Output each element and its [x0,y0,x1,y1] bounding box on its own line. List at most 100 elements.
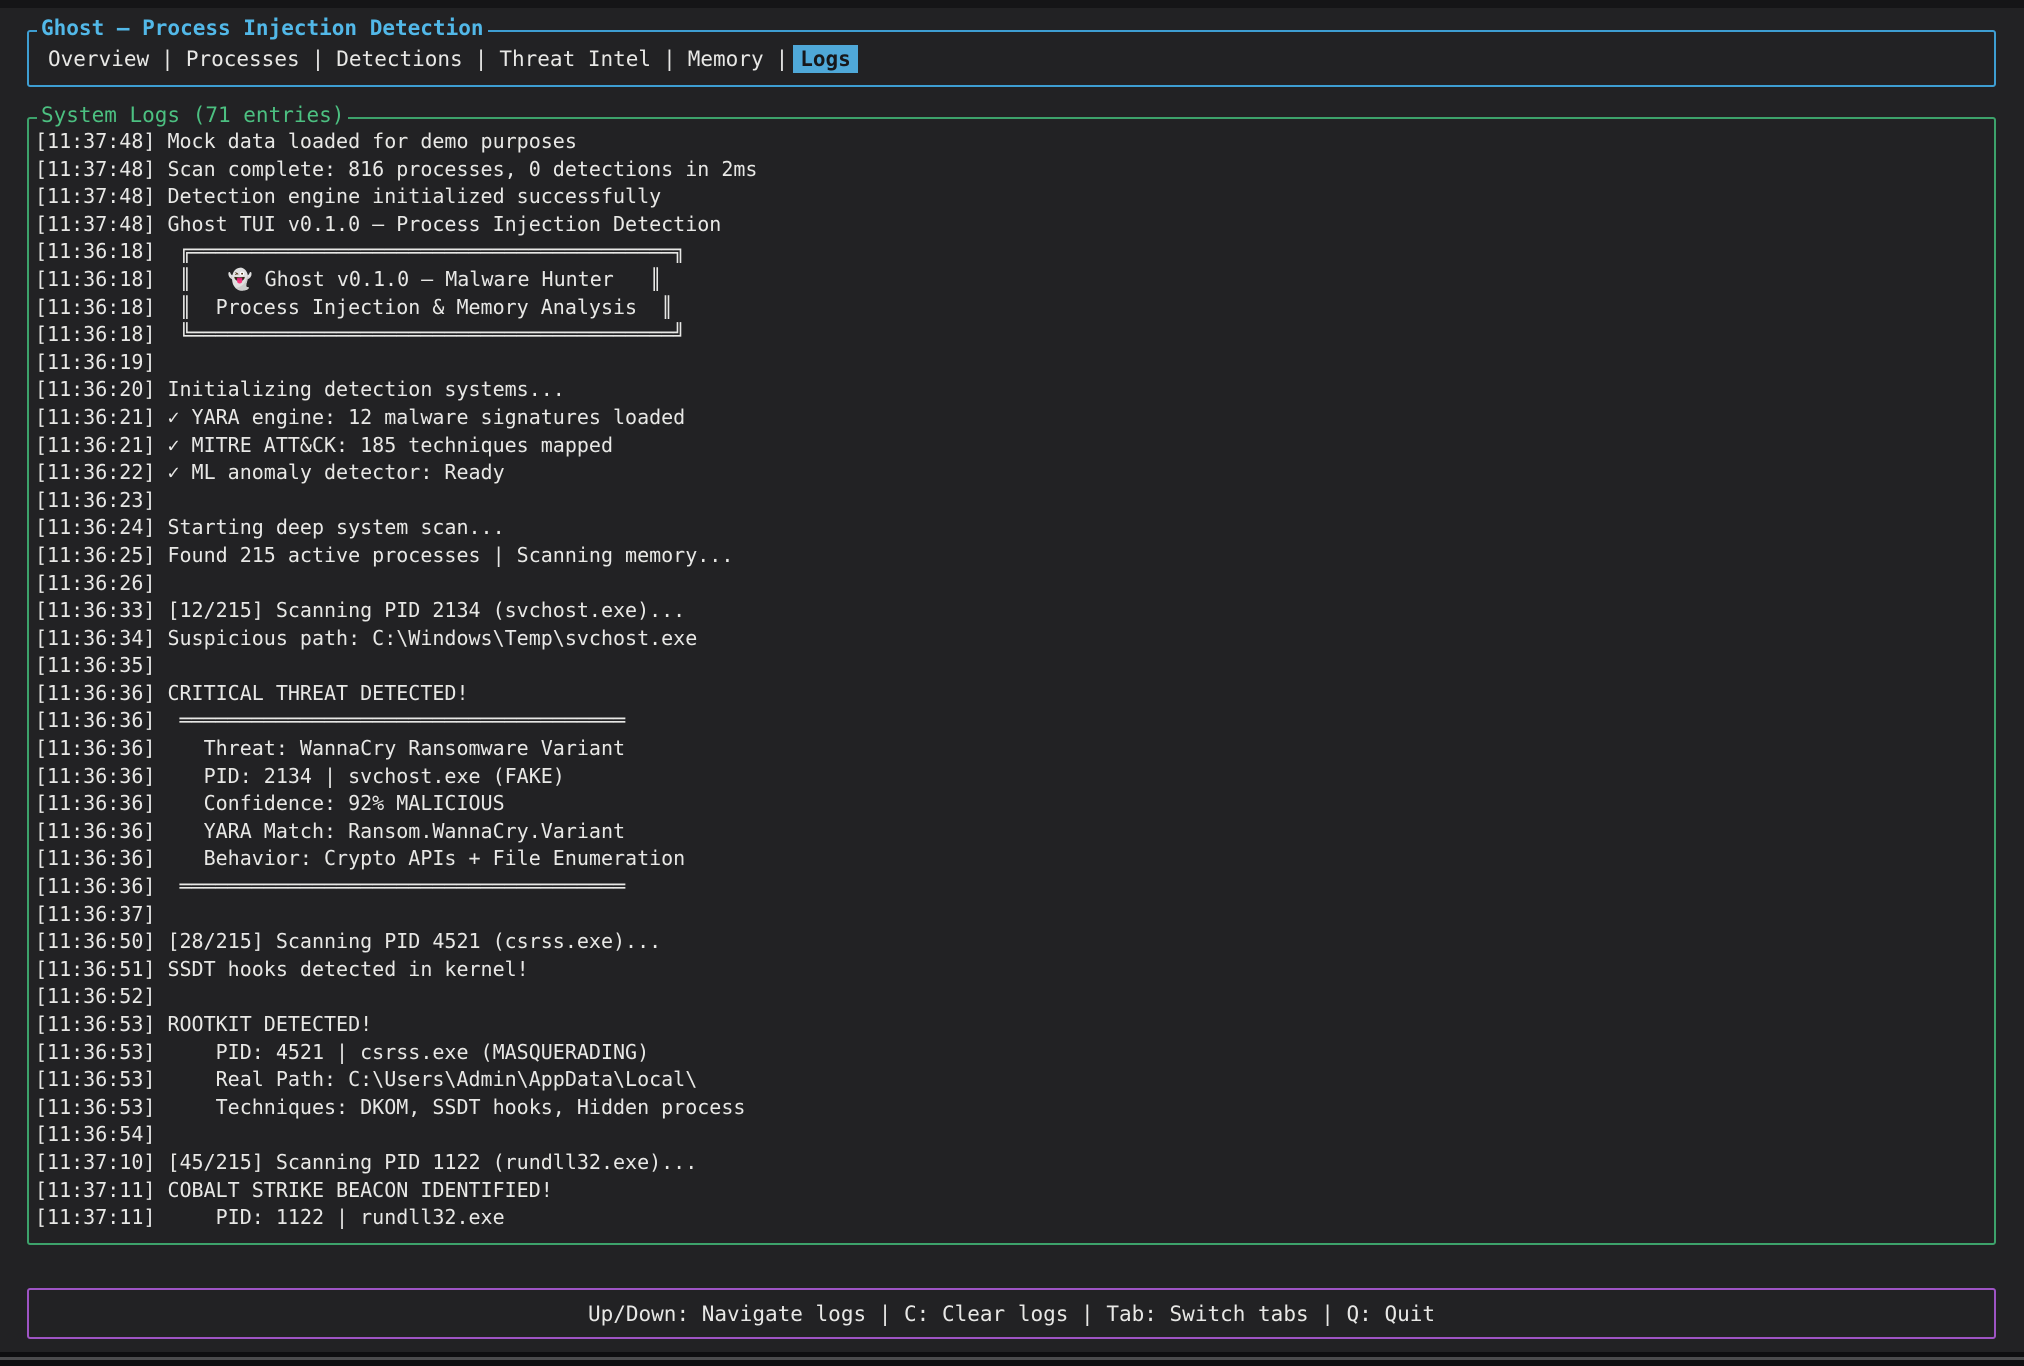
log-entry: [11:36:18] ║ 👻 Ghost v0.1.0 — Malware Hu… [35,266,1988,294]
log-timestamp: [11:36:53] [35,1012,155,1036]
log-entry: [11:37:11] COBALT STRIKE BEACON IDENTIFI… [35,1177,1988,1205]
log-timestamp: [11:36:37] [35,902,155,926]
log-timestamp: [11:36:20] [35,377,155,401]
tab-overview[interactable]: Overview [41,45,156,73]
log-entry: [11:36:53] ROOTKIT DETECTED! [35,1011,1988,1039]
log-entry: [11:36:20] Initializing detection system… [35,376,1988,404]
log-entry: [11:36:51] SSDT hooks detected in kernel… [35,956,1988,984]
log-timestamp: [11:36:54] [35,1122,155,1146]
log-entry: [11:36:53] PID: 4521 | csrss.exe (MASQUE… [35,1039,1988,1067]
log-entry: [11:36:33] [12/215] Scanning PID 2134 (s… [35,597,1988,625]
log-timestamp: [11:36:51] [35,957,155,981]
log-entry: [11:36:53] Techniques: DKOM, SSDT hooks,… [35,1094,1988,1122]
log-list[interactable]: [11:37:48] Mock data loaded for demo pur… [29,119,1994,1241]
log-timestamp: [11:36:23] [35,488,155,512]
log-timestamp: [11:36:36] [35,681,155,705]
log-entry: [11:36:25] Found 215 active processes | … [35,542,1988,570]
log-entry: [11:36:52] [35,983,1988,1011]
log-message: Behavior: Crypto APIs + File Enumeration [155,846,685,870]
log-entry: [11:36:36] ═════════════════════════════… [35,707,1988,735]
log-timestamp: [11:36:19] [35,350,155,374]
log-entry: [11:36:19] [35,349,1988,377]
log-message: Techniques: DKOM, SSDT hooks, Hidden pro… [155,1095,745,1119]
tab-memory[interactable]: Memory [681,45,771,73]
log-message: Found 215 active processes | Scanning me… [155,543,733,567]
log-message: Suspicious path: C:\Windows\Temp\svchost… [155,626,697,650]
log-timestamp: [11:36:36] [35,874,155,898]
tab-detections[interactable]: Detections [329,45,469,73]
log-entry: [11:36:21] ✓ YARA engine: 12 malware sig… [35,404,1988,432]
log-timestamp: [11:36:36] [35,736,155,760]
log-entry: [11:36:54] [35,1121,1988,1149]
log-timestamp: [11:36:18] [35,239,155,263]
log-timestamp: [11:36:36] [35,791,155,815]
log-message: Starting deep system scan... [155,515,504,539]
log-message: ║ Process Injection & Memory Analysis ║ [155,295,673,319]
log-timestamp: [11:36:33] [35,598,155,622]
log-timestamp: [11:36:18] [35,322,155,346]
log-timestamp: [11:36:21] [35,433,155,457]
log-message: ✓ ML anomaly detector: Ready [155,460,504,484]
log-timestamp: [11:36:52] [35,984,155,1008]
log-timestamp: [11:37:10] [35,1150,155,1174]
log-entry: [11:37:48] Detection engine initialized … [35,183,1988,211]
log-entry: [11:36:18] ╔════════════════════════════… [35,238,1988,266]
log-message: ROOTKIT DETECTED! [155,1012,372,1036]
log-message: PID: 1122 | rundll32.exe [155,1205,504,1229]
log-entry: [11:36:53] Real Path: C:\Users\Admin\App… [35,1066,1988,1094]
log-entry: [11:36:36] Threat: WannaCry Ransomware V… [35,735,1988,763]
log-timestamp: [11:36:26] [35,571,155,595]
log-timestamp: [11:36:21] [35,405,155,429]
log-timestamp: [11:37:48] [35,212,155,236]
log-entry: [11:36:36] PID: 2134 | svchost.exe (FAKE… [35,763,1988,791]
log-timestamp: [11:37:48] [35,184,155,208]
log-message: SSDT hooks detected in kernel! [155,957,528,981]
log-timestamp: [11:37:11] [35,1178,155,1202]
log-entry: [11:36:36] Behavior: Crypto APIs + File … [35,845,1988,873]
log-message: COBALT STRIKE BEACON IDENTIFIED! [155,1178,552,1202]
log-entry: [11:36:36] YARA Match: Ransom.WannaCry.V… [35,818,1988,846]
log-message: YARA Match: Ransom.WannaCry.Variant [155,819,625,843]
log-message: PID: 2134 | svchost.exe (FAKE) [155,764,564,788]
log-timestamp: [11:36:18] [35,295,155,319]
log-entry: [11:36:22] ✓ ML anomaly detector: Ready [35,459,1988,487]
log-entry: [11:36:23] [35,487,1988,515]
log-entry: [11:36:50] [28/215] Scanning PID 4521 (c… [35,928,1988,956]
window-chrome-bottom [0,1352,2024,1366]
log-message: ═════════════════════════════════════ [155,708,625,732]
log-timestamp: [11:36:22] [35,460,155,484]
log-entry: [11:36:26] [35,570,1988,598]
log-message: ✓ YARA engine: 12 malware signatures loa… [155,405,685,429]
log-entry: [11:37:48] Ghost TUI v0.1.0 — Process In… [35,211,1988,239]
tab-threat-intel[interactable]: Threat Intel [492,45,658,73]
logs-panel-title: System Logs (71 entries) [37,104,348,126]
tab-processes[interactable]: Processes [179,45,307,73]
log-entry: [11:37:48] Mock data loaded for demo pur… [35,128,1988,156]
log-timestamp: [11:36:53] [35,1095,155,1119]
status-bar: Up/Down: Navigate logs | C: Clear logs |… [27,1288,1996,1339]
log-entry: [11:36:21] ✓ MITRE ATT&CK: 185 technique… [35,432,1988,460]
log-message: Confidence: 92% MALICIOUS [155,791,504,815]
log-message: [45/215] Scanning PID 1122 (rundll32.exe… [155,1150,697,1174]
log-message: Real Path: C:\Users\Admin\AppData\Local\ [155,1067,697,1091]
log-message: Scan complete: 816 processes, 0 detectio… [155,157,757,181]
log-timestamp: [11:37:11] [35,1205,155,1229]
window-chrome-top [0,0,2024,8]
log-entry: [11:37:10] [45/215] Scanning PID 1122 (r… [35,1149,1988,1177]
log-message: ╔═══════════════════════════════════════… [155,239,685,263]
log-timestamp: [11:36:36] [35,764,155,788]
log-message: Threat: WannaCry Ransomware Variant [155,736,625,760]
log-message: CRITICAL THREAT DETECTED! [155,681,468,705]
tab-logs[interactable]: Logs [793,45,858,73]
log-timestamp: [11:37:48] [35,129,155,153]
system-logs-panel: System Logs (71 entries) [11:37:48] Mock… [27,117,1996,1245]
log-timestamp: [11:36:25] [35,543,155,567]
tab-separator: | [312,47,325,71]
log-timestamp: [11:36:18] [35,267,155,291]
tab-separator: | [475,47,488,71]
log-message: Ghost TUI v0.1.0 — Process Injection Det… [155,212,721,236]
log-message: ═════════════════════════════════════ [155,874,625,898]
log-timestamp: [11:36:36] [35,846,155,870]
log-message: ╚═══════════════════════════════════════… [155,322,685,346]
log-entry: [11:36:36] CRITICAL THREAT DETECTED! [35,680,1988,708]
